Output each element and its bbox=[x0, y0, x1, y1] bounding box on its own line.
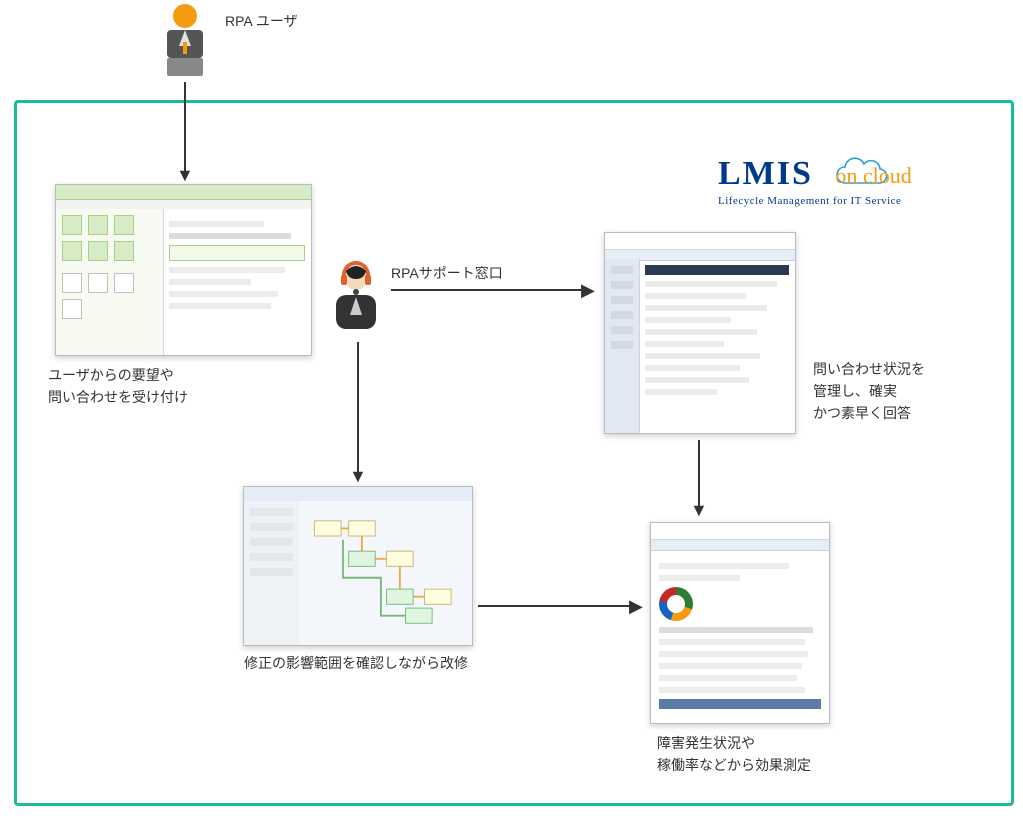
arrow-support-to-box2 bbox=[357, 342, 359, 472]
lmis-logo-text: LMIS bbox=[718, 155, 813, 193]
box4-caption-line1: 障害発生状況や bbox=[657, 732, 755, 754]
thumb-icon bbox=[114, 215, 134, 235]
arrow-head-icon: ▼ bbox=[176, 166, 194, 184]
arrow-head-icon: ▶ bbox=[581, 281, 595, 299]
thumb-icon bbox=[62, 273, 82, 293]
window-titlebar bbox=[56, 185, 311, 200]
box2-caption: 修正の影響範囲を確認しながら改修 bbox=[244, 652, 468, 674]
user-icon bbox=[155, 0, 215, 80]
diagram-canvas: RPA ユーザ ▼ bbox=[0, 0, 1023, 816]
arrow-box3-to-box4 bbox=[698, 440, 700, 506]
arrow-head-icon: ▶ bbox=[629, 597, 643, 615]
arrow-head-icon: ▼ bbox=[349, 467, 367, 485]
arrow-box2-to-box4 bbox=[478, 605, 634, 607]
window-titlebar bbox=[651, 523, 829, 540]
rpa-user-label: RPA ユーザ bbox=[225, 10, 298, 32]
thumb-icon bbox=[114, 273, 134, 293]
thumb-icon bbox=[88, 215, 108, 235]
window-titlebar bbox=[605, 233, 795, 250]
box3-caption-line2: 管理し、確実 bbox=[813, 380, 897, 402]
box1-caption-line1: ユーザからの要望や bbox=[48, 364, 174, 386]
arrow-support-to-box3 bbox=[391, 289, 586, 291]
support-person-icon bbox=[326, 255, 386, 340]
donut-chart-icon bbox=[659, 587, 693, 621]
screenshot-lmis-incident bbox=[604, 232, 796, 434]
box3-caption-line1: 問い合わせ状況を bbox=[813, 358, 925, 380]
rpa-support-label: RPAサポート窓口 bbox=[391, 262, 503, 284]
box4-caption-line2: 稼働率などから効果測定 bbox=[657, 754, 811, 776]
thumb-icon bbox=[114, 241, 134, 261]
screenshot-user-request-system bbox=[55, 184, 312, 356]
screenshot-lmis-dashboard bbox=[650, 522, 830, 724]
thumb-icon bbox=[62, 241, 82, 261]
lmis-logo: LMIS on cloud Lifecycle Management for I… bbox=[718, 155, 921, 207]
thumb-icon bbox=[62, 215, 82, 235]
flowchart-icon bbox=[305, 507, 466, 639]
lmis-logo-tagline: Lifecycle Management for IT Service bbox=[718, 195, 921, 207]
arrow-user-to-box1 bbox=[184, 82, 186, 172]
box1-caption-line2: 問い合わせを受け付け bbox=[48, 386, 188, 408]
box3-caption-line3: かつ素早く回答 bbox=[813, 402, 911, 424]
arrow-head-icon: ▼ bbox=[690, 501, 708, 519]
lmis-logo-sub: on cloud bbox=[825, 157, 921, 191]
window-titlebar bbox=[244, 487, 472, 502]
screenshot-config-map bbox=[243, 486, 473, 646]
thumb-icon bbox=[88, 273, 108, 293]
thumb-icon bbox=[62, 299, 82, 319]
thumb-icon bbox=[88, 241, 108, 261]
